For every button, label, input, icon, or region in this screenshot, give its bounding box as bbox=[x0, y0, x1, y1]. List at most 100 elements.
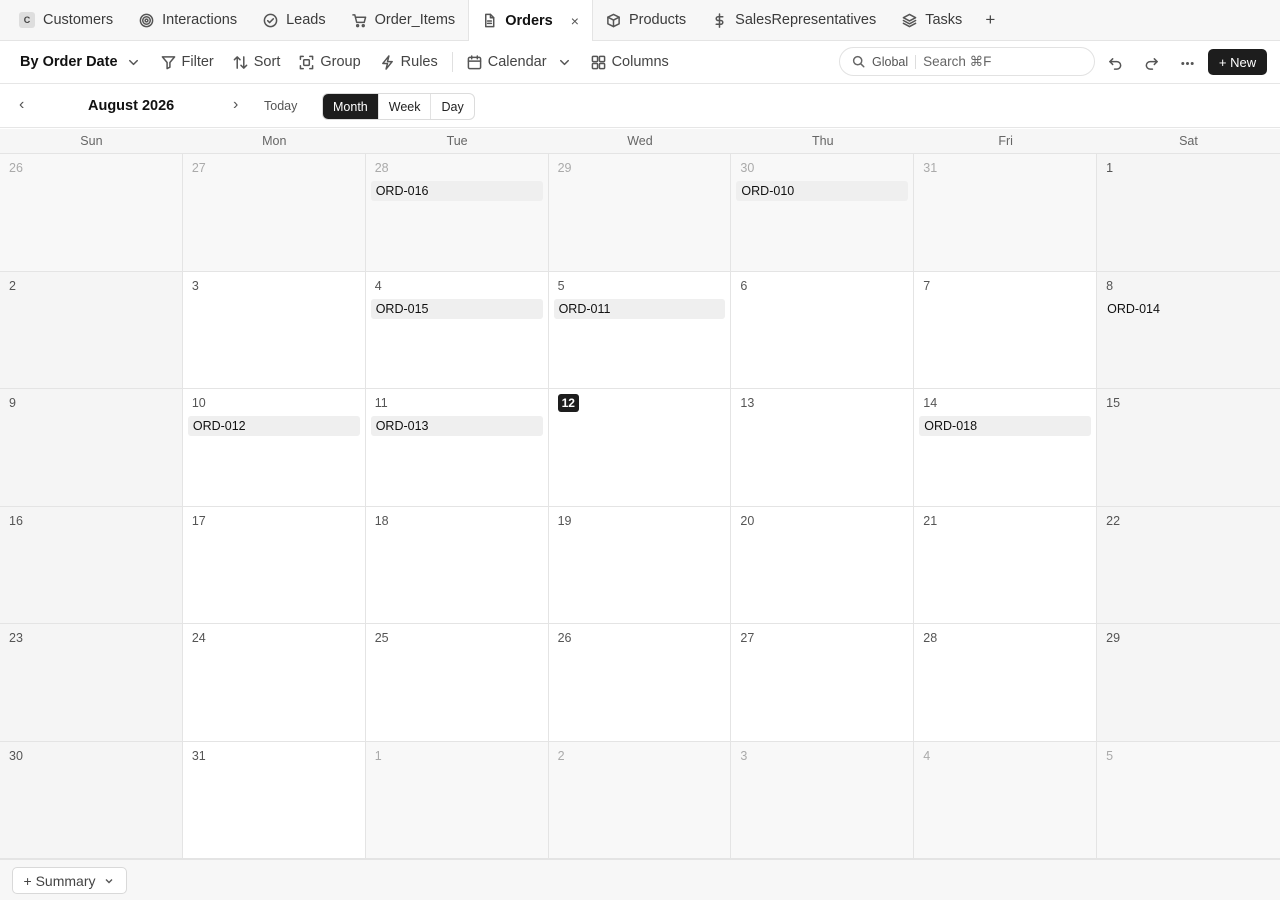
redo-icon bbox=[1145, 57, 1158, 70]
calendar-day-cell[interactable]: 6 bbox=[731, 271, 915, 389]
calendar-day-cell[interactable]: 4 ORD-015 bbox=[365, 271, 549, 389]
tab-orders[interactable]: Orders × bbox=[468, 0, 593, 41]
calendar-day-cell[interactable]: 31 bbox=[182, 741, 366, 859]
calendar-day-cell[interactable]: 3 bbox=[182, 271, 366, 389]
mode-month[interactable]: Month bbox=[323, 94, 378, 119]
columns-button[interactable]: Columns bbox=[591, 54, 669, 70]
calendar-day-cell[interactable]: 3 bbox=[731, 741, 915, 859]
mode-week[interactable]: Week bbox=[377, 94, 431, 119]
tab-customers[interactable]: C Customers bbox=[6, 0, 126, 40]
more-button[interactable] bbox=[1177, 53, 1197, 73]
day-number: 19 bbox=[557, 513, 572, 528]
view-select[interactable]: By Order Date bbox=[20, 54, 141, 70]
calendar-day-cell[interactable]: 12 bbox=[548, 389, 732, 507]
calendar-day-cell[interactable]: 22 bbox=[1097, 506, 1280, 624]
tab-order-items[interactable]: Order_Items bbox=[339, 0, 469, 40]
calendar-event[interactable]: ORD-010 bbox=[736, 181, 909, 201]
calendar-event[interactable]: ORD-016 bbox=[370, 181, 543, 201]
calendar-view-button[interactable]: Calendar bbox=[467, 54, 572, 70]
summary-button[interactable]: + Summary bbox=[12, 867, 127, 894]
day-number: 31 bbox=[923, 161, 938, 175]
dollar-icon bbox=[715, 12, 724, 28]
calendar-day-cell[interactable]: 5 ORD-011 bbox=[548, 271, 732, 389]
calendar-day-cell[interactable]: 17 bbox=[182, 506, 366, 624]
tab-leads[interactable]: Leads bbox=[250, 0, 339, 40]
calendar-nav: ‹ August 2026 › Today Month Week Day bbox=[0, 84, 1280, 128]
tab-interactions[interactable]: Interactions bbox=[126, 0, 250, 40]
calendar-day-cell[interactable]: 13 bbox=[731, 389, 915, 507]
calendar-event[interactable]: ORD-013 bbox=[370, 416, 543, 436]
tab-salesrepresentatives[interactable]: SalesRepresentatives bbox=[699, 0, 889, 40]
day-number: 23 bbox=[9, 631, 23, 645]
tab-tasks[interactable]: Tasks bbox=[889, 0, 975, 40]
prev-month-button[interactable]: ‹ bbox=[19, 96, 24, 114]
mode-day[interactable]: Day bbox=[430, 94, 473, 119]
calendar-day-cell[interactable]: 2 bbox=[0, 271, 183, 389]
tab-label: Interactions bbox=[162, 12, 238, 28]
calendar-day-cell[interactable]: 9 bbox=[0, 389, 183, 507]
undo-button[interactable] bbox=[1105, 53, 1125, 73]
day-number: 3 bbox=[740, 748, 748, 763]
new-record-button[interactable]: + New bbox=[1208, 49, 1267, 75]
calendar-day-cell[interactable]: 20 bbox=[731, 506, 915, 624]
columns-label: Columns bbox=[611, 54, 669, 70]
group-button[interactable]: Group bbox=[299, 54, 361, 70]
calendar-day-cell[interactable]: 15 bbox=[1097, 389, 1280, 507]
search-input[interactable]: Global Search ⌘F bbox=[839, 47, 1095, 76]
calendar-day-cell[interactable]: 7 bbox=[914, 271, 1098, 389]
calendar-event[interactable]: ORD-018 bbox=[919, 416, 1092, 436]
calendar-day-cell[interactable]: 26 bbox=[548, 624, 732, 742]
calendar-day-cell[interactable]: 14 ORD-018 bbox=[914, 389, 1098, 507]
calendar-event[interactable]: ORD-015 bbox=[370, 298, 543, 319]
day-number: 22 bbox=[1106, 513, 1121, 528]
calendar-day-cell[interactable]: 27 bbox=[731, 624, 915, 742]
customers-badge-icon: C bbox=[19, 12, 35, 28]
calendar-day-cell[interactable]: 30 ORD-010 bbox=[731, 154, 915, 272]
close-tab-icon[interactable]: × bbox=[571, 13, 579, 29]
sort-label: Sort bbox=[253, 54, 281, 70]
calendar-day-cell[interactable]: 1 bbox=[365, 741, 549, 859]
calendar-day-cell[interactable]: 28 bbox=[914, 624, 1098, 742]
calendar-day-cell[interactable]: 23 bbox=[0, 624, 183, 742]
day-number: 20 bbox=[740, 513, 755, 528]
day-number: 10 bbox=[191, 396, 206, 410]
calendar-day-cell[interactable]: 24 bbox=[182, 624, 366, 742]
calendar-day-cell[interactable]: 11 ORD-013 bbox=[365, 389, 549, 507]
calendar-day-cell[interactable]: 5 bbox=[1097, 741, 1280, 859]
sort-button[interactable]: Sort bbox=[233, 54, 281, 70]
calendar-day-cell[interactable]: 31 bbox=[914, 154, 1098, 272]
filter-button[interactable]: Filter bbox=[161, 54, 214, 70]
add-tab-button[interactable]: + bbox=[975, 0, 1005, 40]
calendar-day-cell[interactable]: 1 bbox=[1097, 154, 1280, 272]
day-number: 5 bbox=[557, 278, 565, 293]
calendar-day-cell[interactable]: 27 bbox=[182, 154, 366, 272]
calendar-day-cell[interactable]: 18 bbox=[365, 506, 549, 624]
redo-button[interactable] bbox=[1141, 53, 1161, 73]
calendar-label: Calendar bbox=[487, 54, 547, 70]
calendar-day-cell[interactable]: 30 bbox=[0, 741, 183, 859]
rules-button[interactable]: Rules bbox=[380, 54, 438, 70]
calendar-day-cell[interactable]: 26 bbox=[0, 154, 183, 272]
calendar-day-cell[interactable]: 21 bbox=[914, 506, 1098, 624]
calendar-day-cell[interactable]: 4 bbox=[914, 741, 1098, 859]
calendar-day-cell[interactable]: 8 ORD-014 bbox=[1097, 271, 1280, 389]
calendar-day-cell[interactable]: 16 bbox=[0, 506, 183, 624]
day-number: 4 bbox=[923, 748, 931, 763]
lightning-icon bbox=[381, 54, 393, 70]
tab-label: Order_Items bbox=[374, 12, 456, 28]
calendar-event[interactable]: ORD-012 bbox=[187, 416, 360, 436]
calendar-day-cell[interactable]: 25 bbox=[365, 624, 549, 742]
search-scope[interactable]: Global bbox=[872, 54, 917, 69]
calendar-day-cell[interactable]: 2 bbox=[548, 741, 732, 859]
calendar-day-cell[interactable]: 29 bbox=[1097, 624, 1280, 742]
calendar-day-cell[interactable]: 19 bbox=[548, 506, 732, 624]
calendar-day-cell[interactable]: 10 ORD-012 bbox=[182, 389, 366, 507]
calendar-event[interactable]: ORD-011 bbox=[553, 298, 726, 319]
calendar-day-cell[interactable]: 28 ORD-016 bbox=[365, 154, 549, 272]
calendar-event[interactable]: ORD-014 bbox=[1102, 299, 1275, 319]
tab-products[interactable]: Products bbox=[593, 0, 699, 40]
today-button[interactable]: Today bbox=[264, 99, 297, 113]
tab-label: Orders bbox=[505, 12, 553, 29]
next-month-button[interactable]: › bbox=[233, 96, 238, 114]
calendar-day-cell[interactable]: 29 bbox=[548, 154, 732, 272]
